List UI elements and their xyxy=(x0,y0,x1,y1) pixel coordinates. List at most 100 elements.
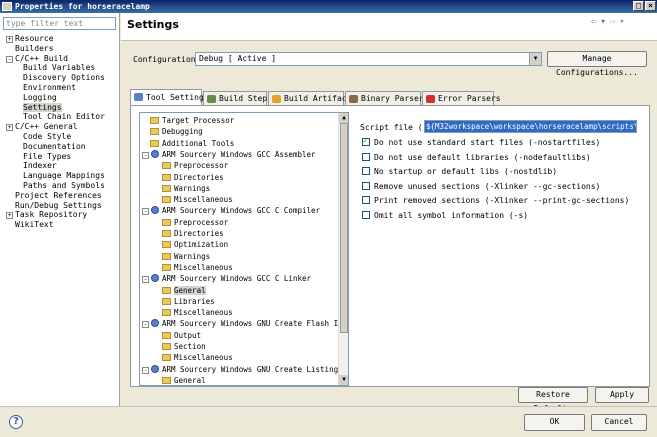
cancel-button[interactable]: Cancel xyxy=(591,414,647,431)
nav-item[interactable]: Language Mappings xyxy=(3,171,118,181)
restore-defaults-button[interactable]: Restore Defaults xyxy=(518,387,588,413)
folder-icon xyxy=(162,343,171,350)
tool-option-item[interactable]: Warnings xyxy=(162,183,210,194)
window-title-bar[interactable]: Properties for horseracelamp □ × xyxy=(0,0,657,13)
option-row[interactable]: Omit all symbol information (-s) xyxy=(362,210,528,220)
tool-item[interactable]: - ARM Sourcery Windows GNU Create Listing xyxy=(142,364,338,375)
nav-item[interactable]: Indexer xyxy=(3,161,118,171)
tree-scrollbar[interactable]: ▲ ▼ xyxy=(338,113,348,385)
script-file-input[interactable]: ${M32workspace\workspace\horseracelamp\s… xyxy=(424,120,637,133)
option-checkbox[interactable] xyxy=(362,152,370,161)
maximize-button[interactable]: □ xyxy=(633,1,644,11)
nav-item[interactable]: + Resource xyxy=(3,34,118,44)
option-checkbox[interactable] xyxy=(362,210,370,219)
collapse-icon[interactable]: - xyxy=(6,55,13,63)
folder-icon xyxy=(162,173,171,181)
nav-item[interactable]: WikiText xyxy=(3,220,118,230)
nav-item[interactable]: Discovery Options xyxy=(3,73,118,83)
tool-option-item[interactable]: Output xyxy=(162,330,201,341)
nav-item[interactable]: Tool Chain Editor xyxy=(3,112,118,122)
forward-dropdown-icon[interactable]: ▾ xyxy=(619,17,624,27)
nav-item[interactable]: + Task Repository xyxy=(3,210,118,220)
manage-configurations-button[interactable]: Manage Configurations... xyxy=(547,51,647,77)
nav-item[interactable]: Documentation xyxy=(3,142,118,152)
option-row[interactable]: Remove unused sections (-Xlinker --gc-se… xyxy=(362,181,601,191)
tool-option-item[interactable]: Libraries xyxy=(162,296,215,307)
collapse-icon[interactable]: - xyxy=(142,151,149,159)
tool-option-item[interactable]: Preprocessor xyxy=(162,217,228,228)
tab-tool-settings[interactable]: Tool Settings xyxy=(130,89,209,106)
tool-option-item[interactable]: Miscellaneous xyxy=(162,262,233,273)
tool-option-item[interactable]: Target Processor xyxy=(150,115,234,126)
tab-binary-parsers[interactable]: Binary Parsers xyxy=(345,91,428,105)
configuration-select[interactable]: Debug [ Active ] ▼ xyxy=(195,52,542,66)
nav-item[interactable]: Run/Debug Settings xyxy=(3,201,118,211)
ok-button[interactable]: OK xyxy=(524,414,585,431)
expand-icon[interactable]: + xyxy=(6,212,13,220)
tool-option-item[interactable]: Miscellaneous xyxy=(162,307,233,318)
tab-build-artifact[interactable]: Build Artifact xyxy=(268,91,351,105)
expand-icon[interactable]: + xyxy=(6,124,13,132)
option-row[interactable]: Print removed sections (-Xlinker --print… xyxy=(362,196,629,205)
folder-icon xyxy=(162,162,171,170)
nav-item[interactable]: Paths and Symbols xyxy=(3,181,118,191)
tool-option-item[interactable]: Miscellaneous xyxy=(162,194,233,205)
option-checkbox[interactable] xyxy=(362,181,370,190)
nav-item[interactable]: - C/C++ Build xyxy=(3,54,118,64)
folder-icon xyxy=(162,354,171,362)
back-arrow-icon[interactable]: ⇦ xyxy=(591,17,596,27)
tool-option-item[interactable]: Section xyxy=(162,341,206,352)
option-label: Remove unused sections (-Xlinker --gc-se… xyxy=(374,181,601,191)
collapse-icon[interactable]: - xyxy=(142,276,149,284)
back-dropdown-icon[interactable]: ▾ xyxy=(600,17,605,27)
scrollbar-thumb[interactable] xyxy=(340,123,348,333)
tool-option-item[interactable]: Additional Tools xyxy=(150,138,234,149)
tab-label: Tool Settings xyxy=(146,93,209,102)
folder-icon xyxy=(162,297,171,305)
apply-button[interactable]: Apply xyxy=(595,387,649,403)
option-row[interactable]: Do not use standard start files (-nostar… xyxy=(362,136,600,147)
tool-option-item[interactable]: General xyxy=(162,285,206,296)
chevron-down-icon[interactable]: ▼ xyxy=(529,53,541,65)
scroll-down-icon[interactable]: ▼ xyxy=(339,375,348,385)
tool-option-item[interactable]: Directories xyxy=(162,172,224,183)
nav-item[interactable]: Code Style xyxy=(3,132,118,142)
tool-option-item[interactable]: Warnings xyxy=(162,251,210,262)
nav-item[interactable]: Logging xyxy=(3,93,118,103)
tool-option-item[interactable]: Preprocessor xyxy=(162,160,228,171)
tool-option-item[interactable]: Optimization xyxy=(162,239,228,250)
tab-label: Build Steps xyxy=(219,94,272,103)
forward-arrow-icon[interactable]: ⇨ xyxy=(610,17,615,27)
tool-option-item[interactable]: Directories xyxy=(162,228,224,239)
collapse-icon[interactable]: - xyxy=(142,366,149,374)
tab-error-parsers[interactable]: Error Parsers xyxy=(422,91,501,105)
nav-item[interactable]: File Types xyxy=(3,152,118,162)
option-checkbox[interactable] xyxy=(362,167,370,175)
help-icon[interactable]: ? xyxy=(9,415,23,429)
nav-item-label: C/C++ General xyxy=(15,122,78,132)
nav-item[interactable]: + C/C++ General xyxy=(3,122,118,132)
tool-item[interactable]: - ARM Sourcery Windows GNU Create Flash I… xyxy=(142,318,348,329)
tool-item[interactable]: - ARM Sourcery Windows GCC C Linker xyxy=(142,273,311,284)
tab-build-steps[interactable]: Build Steps xyxy=(203,91,272,105)
tool-item[interactable]: - ARM Sourcery Windows GCC Assembler xyxy=(142,149,316,160)
option-checkbox[interactable] xyxy=(362,136,370,146)
nav-item[interactable]: Project References xyxy=(3,191,118,201)
nav-item[interactable]: Builders xyxy=(3,44,118,54)
tool-item[interactable]: - ARM Sourcery Windows GCC C Compiler xyxy=(142,205,320,216)
expand-icon[interactable]: + xyxy=(6,36,13,43)
close-button[interactable]: × xyxy=(645,1,656,11)
collapse-icon[interactable]: - xyxy=(142,208,149,216)
tool-option-item[interactable]: General xyxy=(162,375,206,385)
collapse-icon[interactable]: - xyxy=(142,321,149,329)
nav-item[interactable]: Environment xyxy=(3,83,118,93)
tool-option-item[interactable]: Miscellaneous xyxy=(162,352,233,363)
option-checkbox[interactable] xyxy=(362,196,370,204)
filter-input[interactable]: type filter text xyxy=(3,17,116,30)
option-row[interactable]: No startup or default libs (-nostdlib) xyxy=(362,167,557,176)
nav-item[interactable]: Settings xyxy=(3,102,118,113)
scroll-up-icon[interactable]: ▲ xyxy=(339,113,348,123)
option-row[interactable]: Do not use default libraries (-nodefault… xyxy=(362,152,591,162)
tool-option-item[interactable]: Debugging xyxy=(150,126,203,137)
nav-item[interactable]: Build Variables xyxy=(3,63,118,73)
